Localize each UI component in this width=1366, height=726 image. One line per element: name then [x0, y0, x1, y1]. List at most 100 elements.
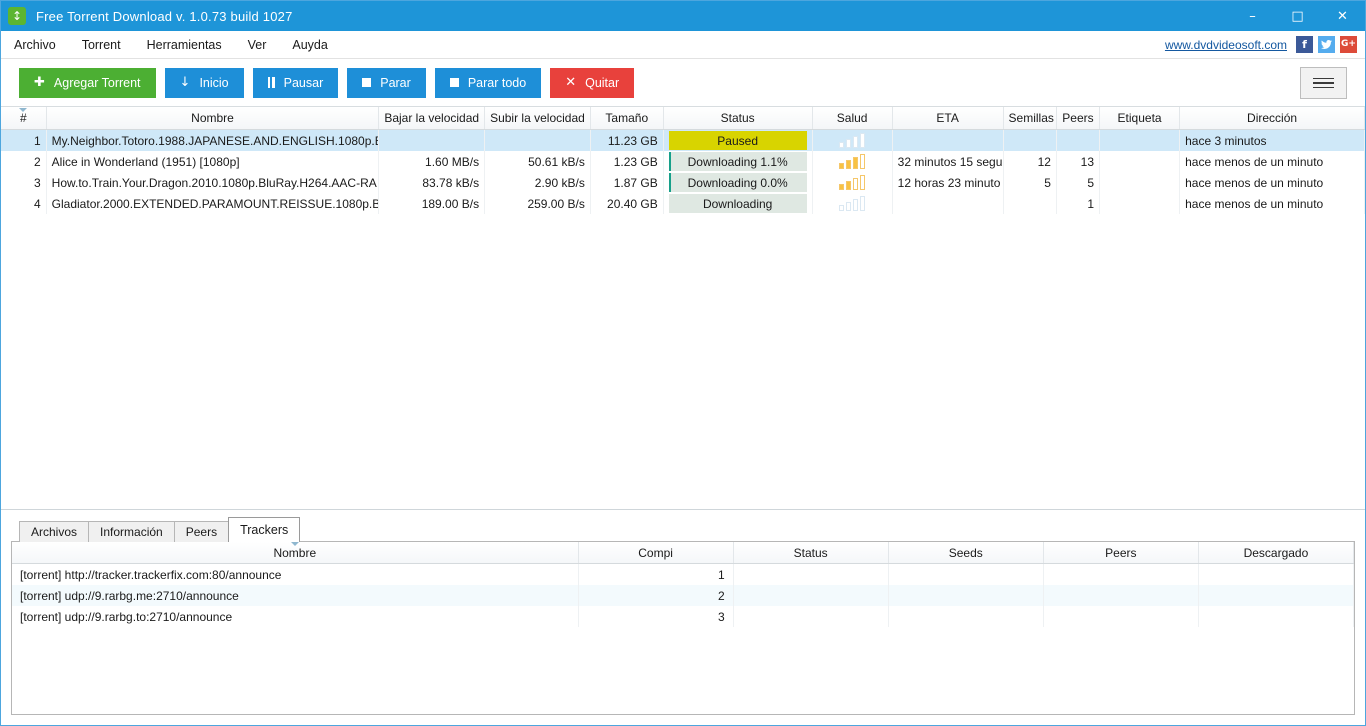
- status-badge: Paused: [717, 133, 758, 148]
- tracker-cell-downloaded: [1198, 606, 1354, 627]
- maximize-button[interactable]: □: [1275, 1, 1320, 31]
- start-label: Inicio: [199, 75, 229, 90]
- minimize-button[interactable]: –: [1230, 1, 1275, 31]
- add-torrent-button[interactable]: ✚ Agregar Torrent: [19, 67, 156, 98]
- torrent-list-table: # Nombre Bajar la velocidad Subir la veloci…: [1, 107, 1365, 214]
- menu-bar: Archivo Torrent Herramientas Ver Auyda w…: [1, 31, 1365, 59]
- tracker-cell-downloaded: [1198, 585, 1354, 606]
- cell-status: Paused: [663, 129, 813, 151]
- tracker-column-header-name[interactable]: Nombre: [12, 542, 579, 564]
- column-header-peers[interactable]: Peers: [1056, 107, 1101, 130]
- tab-informacion[interactable]: Información: [88, 521, 175, 542]
- cell-seeds: [1003, 193, 1057, 214]
- progress-fill: [668, 152, 672, 171]
- tracker-cell-compi: 3: [578, 606, 734, 627]
- menu-item-ver[interactable]: Ver: [235, 34, 280, 56]
- column-header-num[interactable]: #: [1, 107, 47, 130]
- facebook-icon[interactable]: f: [1296, 36, 1313, 53]
- details-tabstrip: Archivos Información Peers Trackers: [19, 517, 1355, 542]
- menu-item-herramientas[interactable]: Herramientas: [134, 34, 235, 56]
- menu-item-ayuda[interactable]: Auyda: [279, 34, 340, 56]
- cell-seeds: 5: [1003, 172, 1057, 193]
- cell-size: 20.40 GB: [590, 193, 664, 214]
- googleplus-icon[interactable]: G+: [1340, 36, 1357, 53]
- hamburger-menu-icon[interactable]: [1300, 67, 1347, 99]
- stop-all-button[interactable]: Parar todo: [434, 67, 542, 98]
- tracker-row[interactable]: [torrent] udp://9.rarbg.me:2710/announce…: [12, 585, 1354, 606]
- trackers-body: [torrent] http://tracker.trackerfix.com:…: [12, 563, 1354, 627]
- tracker-cell-name: [torrent] udp://9.rarbg.to:2710/announce: [12, 606, 579, 627]
- cell-health: [812, 129, 893, 151]
- table-row[interactable]: 2 Alice in Wonderland (1951) [1080p] 1.60 …: [1, 151, 1365, 172]
- application-window: ↕ Free Torrent Download v. 1.0.73 build …: [0, 0, 1366, 726]
- torrent-list-panel: # Nombre Bajar la velocidad Subir la veloci…: [1, 107, 1365, 509]
- column-header-label[interactable]: Etiqueta: [1099, 107, 1181, 130]
- cell-num: 2: [1, 151, 47, 172]
- add-torrent-label: Agregar Torrent: [53, 75, 141, 90]
- status-progress-bar: Paused: [668, 131, 807, 150]
- cell-peers: 1: [1056, 193, 1101, 214]
- cell-name: How.to.Train.Your.Dragon.2010.1080p.BluR…: [46, 172, 380, 193]
- column-header-eta[interactable]: ETA: [892, 107, 1004, 130]
- column-header-size[interactable]: Tamaño: [590, 107, 664, 130]
- cell-status: Downloading 0.0%: [663, 172, 813, 193]
- remove-button[interactable]: ✕ Quitar: [550, 67, 635, 98]
- health-bars-icon: [818, 133, 887, 148]
- tracker-column-header-downloaded[interactable]: Descargado: [1198, 542, 1354, 564]
- tab-archivos[interactable]: Archivos: [19, 521, 90, 542]
- cell-down: 83.78 kB/s: [378, 172, 486, 193]
- website-link[interactable]: www.dvdvideosoft.com: [1165, 38, 1287, 52]
- table-row[interactable]: 4 Gladiator.2000.EXTENDED.PARAMOUNT.REISS…: [1, 193, 1365, 214]
- menu-item-torrent[interactable]: Torrent: [69, 34, 134, 56]
- tracker-cell-downloaded: [1198, 563, 1354, 585]
- cell-seeds: [1003, 129, 1057, 151]
- pause-button[interactable]: Pausar: [252, 67, 339, 98]
- tracker-cell-peers: [1043, 606, 1199, 627]
- tracker-cell-compi: 2: [578, 585, 734, 606]
- column-header-up[interactable]: Subir la velocidad: [484, 107, 591, 130]
- tracker-cell-status: [733, 585, 889, 606]
- tracker-row[interactable]: [torrent] http://tracker.trackerfix.com:…: [12, 563, 1354, 585]
- cell-added: hace menos de un minuto: [1179, 151, 1365, 172]
- tab-peers[interactable]: Peers: [173, 521, 230, 542]
- tracker-column-header-status[interactable]: Status: [733, 542, 889, 564]
- twitter-icon[interactable]: [1318, 36, 1335, 53]
- column-header-added[interactable]: Dirección: [1179, 107, 1365, 130]
- menu-bar-right: www.dvdvideosoft.com f G+: [1165, 31, 1357, 58]
- tracker-row[interactable]: [torrent] udp://9.rarbg.to:2710/announce…: [12, 606, 1354, 627]
- column-header-seeds[interactable]: Semillas: [1003, 107, 1057, 130]
- main-toolbar: ✚ Agregar Torrent ↓ Inicio Pausar Parar …: [1, 59, 1365, 107]
- tracker-column-header-seeds[interactable]: Seeds: [888, 542, 1044, 564]
- stop-button[interactable]: Parar: [347, 67, 426, 98]
- updown-arrows-icon: ↕: [11, 9, 23, 23]
- window-controls: – □ ✕: [1230, 1, 1365, 31]
- cell-name: My.Neighbor.Totoro.1988.JAPANESE.AND.ENG…: [46, 129, 380, 151]
- cell-down: [378, 129, 486, 151]
- cell-size: 1.23 GB: [590, 151, 664, 172]
- cell-down: 1.60 MB/s: [378, 151, 486, 172]
- menu-item-archivo[interactable]: Archivo: [1, 34, 69, 56]
- cell-eta: 12 horas 23 minuto: [892, 172, 1004, 193]
- column-header-health[interactable]: Salud: [812, 107, 893, 130]
- tracker-cell-seeds: [888, 563, 1044, 585]
- cell-eta: [892, 129, 1004, 151]
- column-header-name[interactable]: Nombre: [46, 107, 380, 130]
- cell-health: [812, 193, 893, 214]
- start-button[interactable]: ↓ Inicio: [164, 67, 244, 98]
- column-header-down[interactable]: Bajar la velocidad: [378, 107, 486, 130]
- table-row[interactable]: 3 How.to.Train.Your.Dragon.2010.1080p.Blu…: [1, 172, 1365, 193]
- cell-status: Downloading 1.1%: [663, 151, 813, 172]
- cell-added: hace menos de un minuto: [1179, 172, 1365, 193]
- window-title: Free Torrent Download v. 1.0.73 build 10…: [36, 8, 293, 24]
- close-button[interactable]: ✕: [1320, 1, 1365, 31]
- tab-trackers[interactable]: Trackers: [228, 517, 301, 542]
- tracker-column-header-compi[interactable]: Compi: [578, 542, 734, 564]
- column-header-status[interactable]: Status: [663, 107, 813, 130]
- stop-square-icon: [449, 78, 459, 87]
- table-row[interactable]: 1 My.Neighbor.Totoro.1988.JAPANESE.AND.EN…: [1, 129, 1365, 151]
- cell-name: Alice in Wonderland (1951) [1080p]: [46, 151, 380, 172]
- cell-up: 259.00 B/s: [484, 193, 591, 214]
- details-panel: Archivos Información Peers Trackers Nombre C…: [1, 509, 1365, 725]
- status-badge: Downloading 1.1%: [687, 154, 788, 169]
- tracker-column-header-peers[interactable]: Peers: [1043, 542, 1199, 564]
